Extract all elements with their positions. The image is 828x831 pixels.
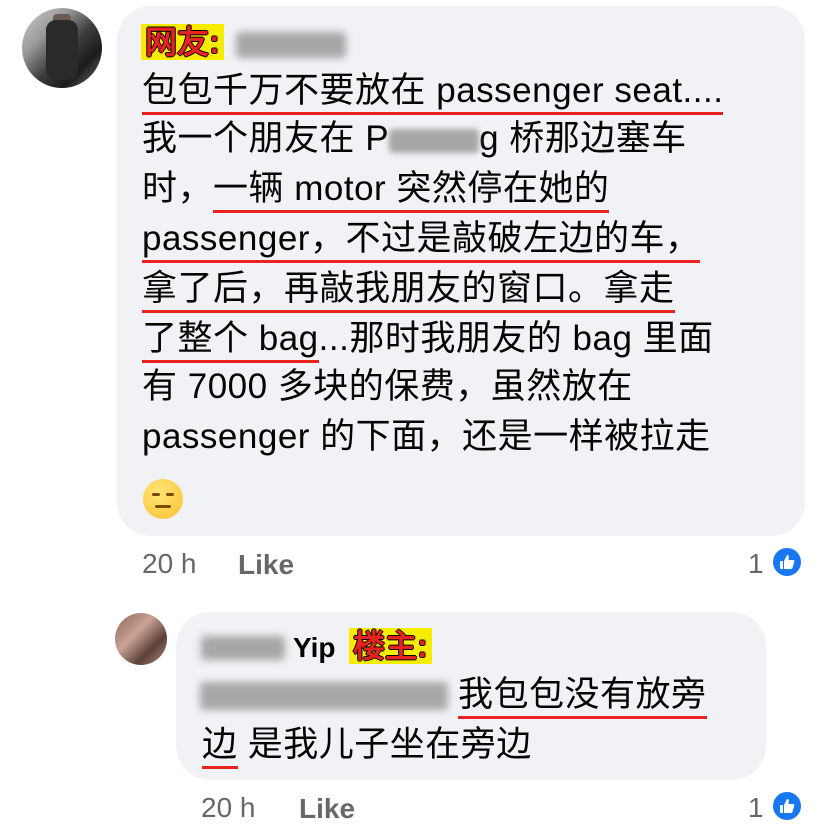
commenter-name-redacted[interactable] xyxy=(236,32,346,58)
comment-line: 拿了后，再敲我朋友的窗口。拿走 xyxy=(142,268,675,313)
comment-line: 了整个 bag...那时我朋友的 bag 里面 xyxy=(142,318,714,363)
reply-like-count[interactable]: 1 xyxy=(748,792,764,824)
reply-line: 我包包没有放旁 xyxy=(458,674,707,719)
comment-timestamp[interactable]: 20 h xyxy=(142,548,197,580)
like-button[interactable]: Like xyxy=(238,549,294,581)
like-count[interactable]: 1 xyxy=(748,548,764,580)
reply-like-button[interactable]: Like xyxy=(299,793,355,825)
thumbs-up-icon[interactable] xyxy=(771,546,803,578)
author-tag: 楼主: xyxy=(349,628,432,664)
place-name-redacted xyxy=(389,128,480,153)
reply-avatar[interactable] xyxy=(115,613,167,665)
comment-line: 包包千万不要放在 passenger seat.... xyxy=(142,70,724,115)
comment-line: 有 7000 多块的保费，虽然放在 xyxy=(142,367,633,406)
comment-line: passenger，不过是敲破左边的车， xyxy=(142,218,701,263)
expressionless-face-icon xyxy=(143,479,183,519)
comment-line: 我一个朋友在 Pg 桥那边塞车 xyxy=(142,119,687,158)
reply-author-name[interactable]: Yip xyxy=(293,632,336,664)
avatar-body-shape xyxy=(46,20,78,80)
mention-redacted[interactable] xyxy=(200,682,448,710)
reply-name-redacted[interactable] xyxy=(201,636,285,660)
thumbs-up-icon[interactable] xyxy=(771,790,803,822)
comment-line: 时，一辆 motor 突然停在她的 xyxy=(142,168,610,213)
commenter-tag: 网友: xyxy=(141,24,224,60)
reply-timestamp[interactable]: 20 h xyxy=(201,792,256,824)
avatar[interactable] xyxy=(22,8,102,88)
comment-line: passenger 的下面，还是一样被拉走 xyxy=(142,417,711,456)
reply-line: 边 是我儿子坐在旁边 xyxy=(202,724,532,769)
